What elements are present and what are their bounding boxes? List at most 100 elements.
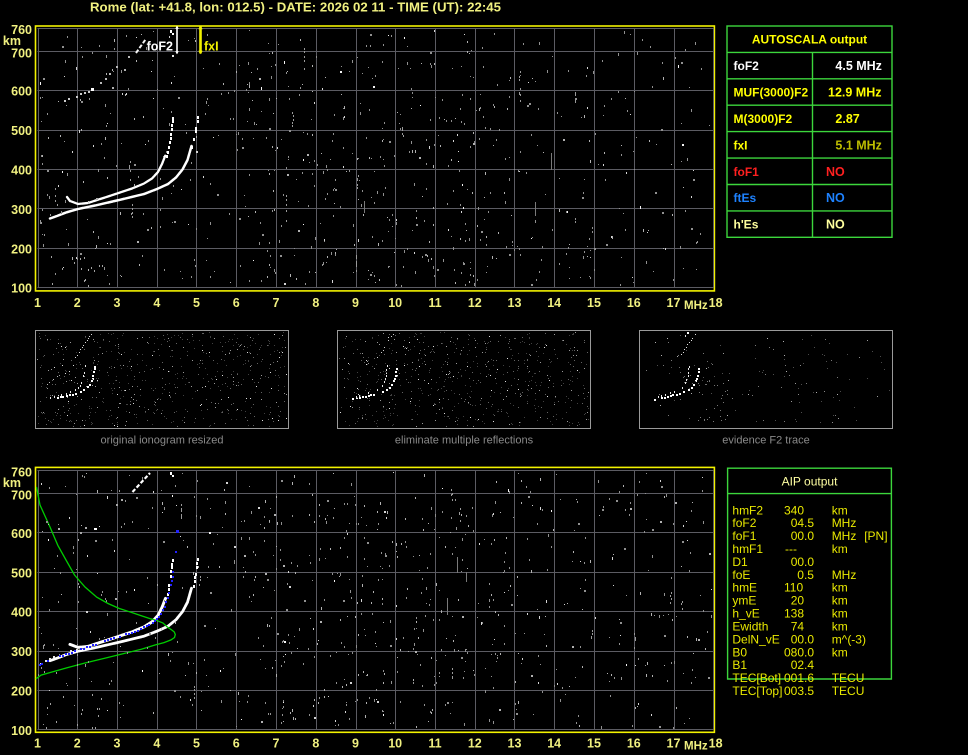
svg-text:fxI: fxI — [204, 40, 219, 54]
svg-text:km: km — [832, 594, 848, 608]
svg-text:600: 600 — [11, 527, 32, 541]
svg-text:D1: D1 — [732, 555, 748, 569]
svg-text:12.9 MHz: 12.9 MHz — [828, 86, 882, 100]
svg-text:MUF(3000)F2: MUF(3000)F2 — [734, 86, 809, 100]
svg-text:km: km — [832, 645, 848, 659]
svg-text:km: km — [832, 503, 848, 517]
svg-text:km: km — [832, 581, 848, 595]
svg-text:B1: B1 — [732, 658, 747, 672]
svg-text:003.5: 003.5 — [784, 684, 814, 698]
svg-text:74: 74 — [791, 620, 805, 634]
svg-text:110: 110 — [784, 581, 803, 595]
svg-text:foF2: foF2 — [732, 516, 756, 530]
svg-text:AUTOSCALA output: AUTOSCALA output — [752, 33, 867, 47]
svg-text:8: 8 — [312, 296, 319, 310]
svg-text:500: 500 — [11, 566, 32, 580]
svg-text:700: 700 — [11, 46, 32, 60]
svg-text:10: 10 — [388, 296, 402, 310]
svg-text:AIP output: AIP output — [782, 474, 838, 488]
svg-text:100: 100 — [11, 724, 32, 738]
svg-text:hmE: hmE — [732, 581, 757, 595]
svg-text:5.1 MHz: 5.1 MHz — [835, 138, 882, 152]
svg-text:foF2: foF2 — [734, 59, 760, 73]
svg-text:340: 340 — [784, 503, 804, 517]
svg-text:00.0: 00.0 — [791, 555, 815, 569]
svg-text:9: 9 — [352, 737, 359, 751]
svg-text:NO: NO — [826, 165, 845, 179]
svg-text:138: 138 — [784, 607, 804, 621]
svg-text:TEC[Bot]: TEC[Bot] — [732, 671, 781, 685]
svg-text:TEC[Top]: TEC[Top] — [732, 684, 782, 698]
svg-text:4.5 MHz: 4.5 MHz — [835, 59, 882, 73]
svg-text:km: km — [3, 476, 21, 490]
svg-text:15: 15 — [587, 737, 601, 751]
svg-text:m^(-3): m^(-3) — [832, 632, 866, 646]
svg-text:M(3000)F2: M(3000)F2 — [734, 112, 793, 126]
svg-text:Ewidth: Ewidth — [732, 620, 768, 634]
svg-text:700: 700 — [11, 489, 32, 503]
svg-text:Rome (lat: +41.8, lon: 012.5): Rome (lat: +41.8, lon: 012.5) - DATE: 20… — [90, 0, 501, 15]
svg-text:---: --- — [785, 542, 797, 556]
svg-text:4: 4 — [153, 737, 160, 751]
svg-text:TECU: TECU — [832, 671, 865, 685]
svg-text:foE: foE — [732, 568, 750, 582]
svg-text:0.5: 0.5 — [797, 568, 814, 582]
svg-text:02.4: 02.4 — [791, 658, 815, 672]
svg-text:600: 600 — [11, 85, 32, 99]
svg-text:200: 200 — [11, 685, 32, 699]
svg-text:6: 6 — [233, 296, 240, 310]
svg-text:h'Es: h'Es — [734, 218, 759, 232]
svg-text:km: km — [832, 620, 848, 634]
svg-text:NO: NO — [826, 191, 845, 205]
svg-text:400: 400 — [11, 606, 32, 620]
svg-text:18: 18 — [709, 737, 723, 751]
svg-text:200: 200 — [11, 242, 32, 256]
svg-text:3: 3 — [114, 737, 121, 751]
svg-text:1: 1 — [34, 737, 41, 751]
svg-text:3: 3 — [114, 296, 121, 310]
svg-text:original ionogram resized: original ionogram resized — [101, 435, 224, 447]
svg-text:hmF2: hmF2 — [732, 503, 763, 517]
svg-text:16: 16 — [627, 296, 641, 310]
svg-text:18: 18 — [709, 296, 723, 310]
svg-text:B0: B0 — [732, 645, 747, 659]
svg-text:km: km — [832, 607, 848, 621]
svg-text:hmF1: hmF1 — [732, 542, 763, 556]
svg-text:20: 20 — [791, 594, 805, 608]
svg-text:300: 300 — [11, 645, 32, 659]
svg-text:4: 4 — [153, 296, 160, 310]
svg-text:15: 15 — [587, 296, 601, 310]
svg-text:001.6: 001.6 — [784, 671, 814, 685]
svg-text:17: 17 — [667, 296, 681, 310]
svg-text:fxI: fxI — [734, 138, 748, 152]
svg-text:km: km — [832, 542, 848, 556]
svg-text:8: 8 — [312, 737, 319, 751]
svg-text:100: 100 — [11, 282, 32, 296]
svg-text:12: 12 — [468, 737, 482, 751]
svg-text:MHz: MHz — [684, 300, 708, 312]
svg-text:500: 500 — [11, 124, 32, 138]
svg-text:5: 5 — [193, 737, 200, 751]
svg-text:7: 7 — [273, 296, 280, 310]
svg-text:14: 14 — [547, 296, 561, 310]
svg-text:17: 17 — [667, 737, 681, 751]
svg-text:h_vE: h_vE — [732, 607, 759, 621]
svg-text:DelN_vE: DelN_vE — [732, 632, 779, 646]
svg-text:11: 11 — [428, 737, 441, 751]
svg-text:13: 13 — [508, 737, 522, 751]
svg-text:5: 5 — [193, 296, 200, 310]
svg-text:NO: NO — [826, 218, 845, 232]
svg-text:[PN]: [PN] — [864, 529, 887, 543]
svg-text:10: 10 — [388, 737, 402, 751]
svg-text:2.87: 2.87 — [835, 112, 859, 126]
svg-text:6: 6 — [233, 737, 240, 751]
svg-text:00.0: 00.0 — [791, 632, 815, 646]
svg-text:TECU: TECU — [832, 684, 865, 698]
svg-text:16: 16 — [627, 737, 641, 751]
svg-text:300: 300 — [11, 203, 32, 217]
svg-text:13: 13 — [508, 296, 522, 310]
svg-text:MHz: MHz — [684, 741, 708, 753]
svg-text:080.0: 080.0 — [784, 645, 814, 659]
svg-text:eliminate multiple reflections: eliminate multiple reflections — [395, 435, 534, 447]
svg-text:MHz: MHz — [832, 568, 857, 582]
